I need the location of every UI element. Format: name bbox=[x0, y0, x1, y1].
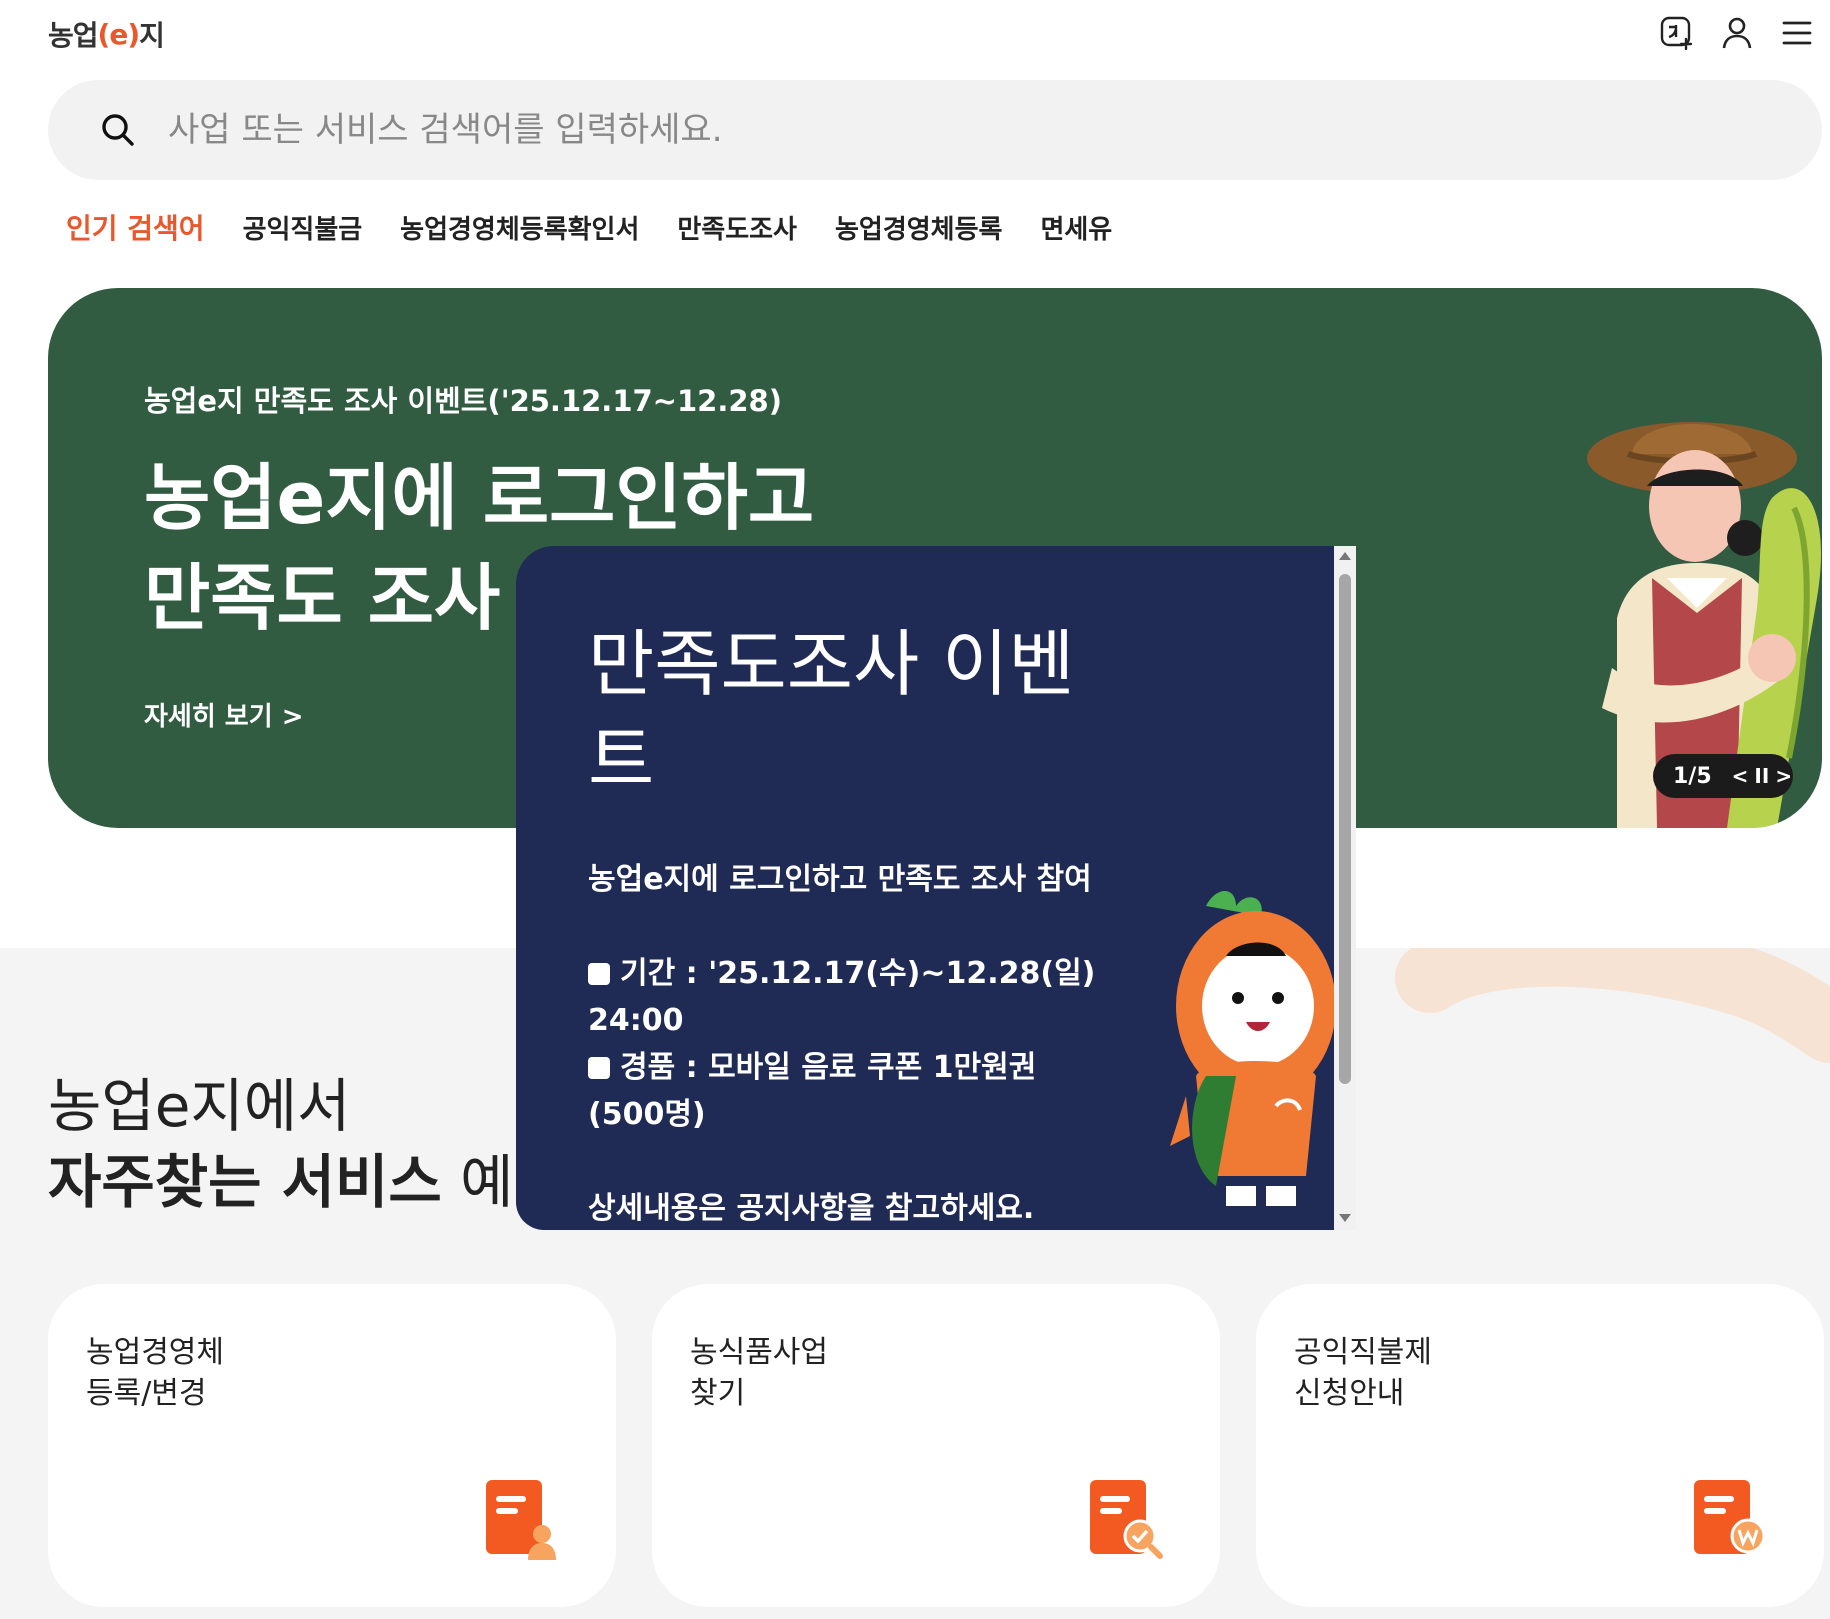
carrot-mascot-illustration bbox=[1170, 891, 1336, 1206]
event-popup[interactable]: 만족도조사 이벤트 농업e지에 로그인하고 만족도 조사 참여 기간 : '25… bbox=[516, 546, 1356, 1230]
popular-keyword[interactable]: 공익직불금 bbox=[243, 209, 363, 246]
banner-subtitle: 농업e지 만족도 조사 이벤트('25.12.17~12.28) bbox=[144, 384, 782, 418]
decorative-shape bbox=[1395, 948, 1830, 1063]
banner-pager: 1/5 < II > bbox=[1653, 754, 1793, 798]
service-card-line1: 농식품사업 bbox=[690, 1335, 828, 1370]
popular-keyword[interactable]: 농업경영체등록 bbox=[835, 209, 1002, 246]
popup-scrollbar[interactable] bbox=[1334, 546, 1356, 1230]
logo-suffix: 지 bbox=[139, 19, 165, 52]
service-card-line2: 등록/변경 bbox=[86, 1376, 207, 1411]
pager-count: 1/5 bbox=[1673, 763, 1712, 789]
logo-prefix: 농업 bbox=[48, 19, 99, 52]
popup-title: 만족도조사 이벤트 bbox=[588, 622, 1075, 802]
service-card-line1: 공익직불제 bbox=[1294, 1335, 1432, 1370]
search-input[interactable] bbox=[168, 102, 1668, 158]
menu-icon[interactable] bbox=[1778, 14, 1816, 52]
search-icon[interactable] bbox=[98, 110, 138, 150]
service-card-line1: 농업경영체 bbox=[86, 1335, 224, 1370]
popular-keyword[interactable]: 만족도조사 bbox=[677, 209, 797, 246]
service-card-line2: 신청안내 bbox=[1294, 1376, 1405, 1411]
bullet-square-icon bbox=[588, 1057, 610, 1079]
service-card[interactable]: 농업경영체 등록/변경 bbox=[48, 1284, 616, 1607]
popular-keyword[interactable]: 농업경영체등록확인서 bbox=[400, 209, 639, 246]
banner-more-link[interactable]: 자세히 보기 > bbox=[144, 696, 304, 733]
popup-prize: 경품 : 모바일 음료 쿠폰 1만원권(500명) bbox=[588, 1044, 1108, 1138]
document-search-icon bbox=[1090, 1480, 1163, 1559]
service-card-label: 농식품사업 찾기 bbox=[690, 1332, 828, 1414]
popup-notice: 상세내용은 공지사항을 참고하세요. bbox=[588, 1191, 1035, 1226]
service-card[interactable]: 공익직불제 신청안내 bbox=[1256, 1284, 1824, 1607]
search-bar bbox=[48, 80, 1822, 180]
popular-keywords: 인기 검색어 공익직불금 농업경영체등록확인서 만족도조사 농업경영체등록 면세… bbox=[66, 205, 1150, 249]
header-icons bbox=[1658, 14, 1816, 52]
header: 농업 ( e ) 지 bbox=[0, 0, 1830, 72]
bullet-square-icon bbox=[588, 963, 610, 985]
popup-body: 농업e지에 로그인하고 만족도 조사 참여 기간 : '25.12.17(수)~… bbox=[588, 856, 1108, 1230]
section-title-line2: 자주찾는 서비스 예요 bbox=[48, 1144, 567, 1220]
service-card-line2: 찾기 bbox=[690, 1376, 746, 1411]
pager-pause-icon[interactable]: II bbox=[1754, 764, 1769, 788]
scroll-up-icon[interactable] bbox=[1339, 552, 1351, 560]
section-title-line1: 농업e지에서 bbox=[48, 1072, 351, 1140]
service-card-label: 농업경영체 등록/변경 bbox=[86, 1332, 224, 1414]
document-user-icon bbox=[486, 1480, 556, 1560]
logo-paren-open: ( bbox=[97, 17, 111, 51]
popup-period: 기간 : '25.12.17(수)~12.28(일) 24:00 bbox=[588, 950, 1108, 1044]
pager-next-icon[interactable]: > bbox=[1775, 764, 1792, 788]
popup-intro: 농업e지에 로그인하고 만족도 조사 참여 bbox=[588, 862, 1092, 897]
language-icon[interactable] bbox=[1658, 14, 1696, 52]
popup-period-text: 기간 : '25.12.17(수)~12.28(일) 24:00 bbox=[588, 956, 1096, 1038]
popular-keyword[interactable]: 면세유 bbox=[1040, 209, 1112, 246]
logo[interactable]: 농업 ( e ) 지 bbox=[48, 14, 165, 54]
scroll-thumb[interactable] bbox=[1339, 574, 1351, 1084]
service-card[interactable]: 농식품사업 찾기 bbox=[652, 1284, 1220, 1607]
popular-keywords-title: 인기 검색어 bbox=[66, 212, 205, 245]
pager-controls: < II > bbox=[1732, 764, 1792, 788]
scroll-down-icon[interactable] bbox=[1339, 1214, 1351, 1222]
section-title-bold: 자주찾는 서비스 bbox=[48, 1148, 442, 1216]
user-icon[interactable] bbox=[1718, 14, 1756, 52]
pager-prev-icon[interactable]: < bbox=[1732, 764, 1749, 788]
banner-title-line1: 농업e지에 로그인하고 bbox=[144, 456, 815, 540]
document-won-icon bbox=[1694, 1480, 1766, 1554]
logo-paren-close: ) bbox=[127, 17, 140, 51]
logo-e: e bbox=[109, 17, 128, 51]
service-card-label: 공익직불제 신청안내 bbox=[1294, 1332, 1432, 1414]
popup-prize-text: 경품 : 모바일 음료 쿠폰 1만원권(500명) bbox=[588, 1050, 1037, 1132]
